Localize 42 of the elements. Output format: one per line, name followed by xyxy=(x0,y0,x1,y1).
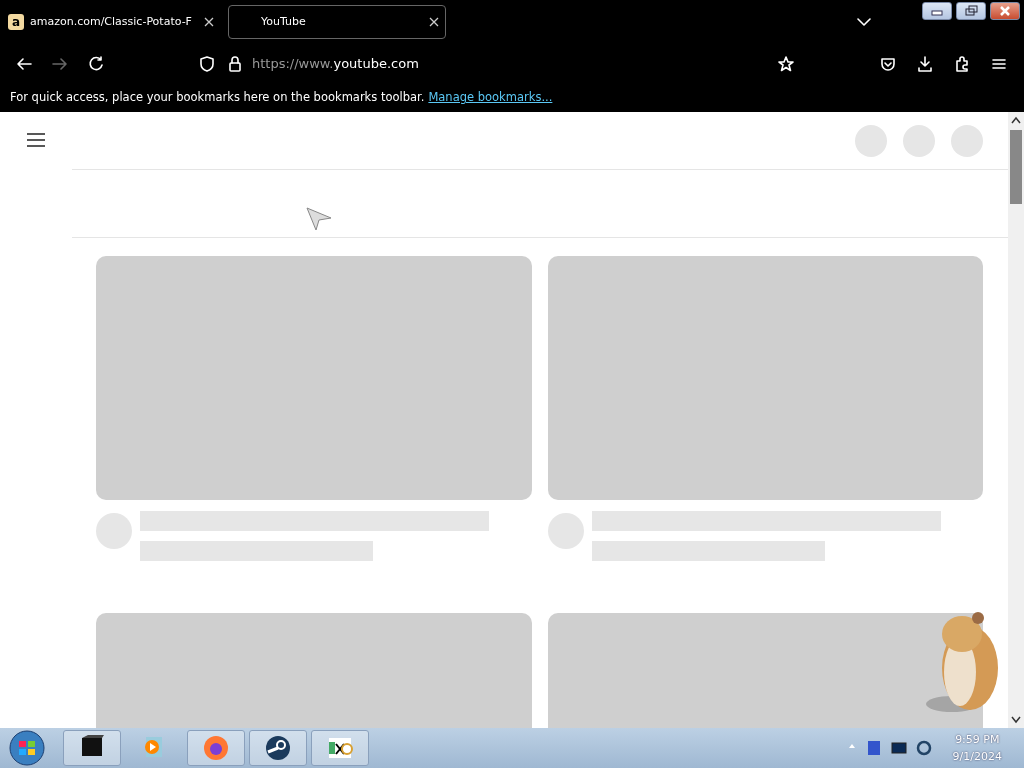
bookmarks-message: For quick access, place your bookmarks here on the bookmarks toolbar. xyxy=(10,89,425,107)
clock-date: 9/1/2024 xyxy=(952,749,1002,765)
avatar-placeholder xyxy=(96,513,132,549)
star-icon[interactable] xyxy=(777,55,795,73)
manage-bookmarks-link[interactable]: Manage bookmarks... xyxy=(428,89,553,107)
scroll-up-icon[interactable] xyxy=(1011,116,1021,124)
placeholder-circle xyxy=(951,125,983,157)
lock-icon[interactable] xyxy=(226,55,244,73)
tab-list-icon[interactable] xyxy=(857,17,871,27)
steam-icon[interactable] xyxy=(264,734,292,762)
scrollbar-thumb[interactable] xyxy=(1010,130,1022,204)
tab-label: YouTube xyxy=(261,13,307,30)
amazon-favicon-icon: a xyxy=(8,14,24,30)
network-icon[interactable] xyxy=(915,740,932,756)
menu-icon[interactable] xyxy=(26,132,46,148)
back-icon[interactable] xyxy=(15,55,33,73)
placeholder-circle xyxy=(855,125,887,157)
restore-button[interactable] xyxy=(956,2,986,20)
minimize-button[interactable] xyxy=(922,2,952,20)
puzzle-icon[interactable] xyxy=(953,55,971,73)
browser-tab[interactable]: a amazon.com/Classic-Potato-F xyxy=(2,5,220,39)
close-icon[interactable] xyxy=(204,17,214,27)
close-icon[interactable] xyxy=(429,17,439,27)
monitor-icon[interactable] xyxy=(890,740,907,756)
mouse-cursor-icon xyxy=(305,206,333,232)
firefox-icon[interactable] xyxy=(202,734,230,762)
forward-icon[interactable] xyxy=(51,55,69,73)
scrollbar[interactable] xyxy=(1008,112,1024,728)
tab-label: amazon.com/Classic-Potato-F xyxy=(30,13,193,30)
avatar-placeholder xyxy=(548,513,584,549)
clock-time: 9:59 PM xyxy=(954,732,1001,748)
start-button[interactable] xyxy=(9,730,45,766)
placeholder-circle xyxy=(903,125,935,157)
reload-icon[interactable] xyxy=(87,55,105,73)
browser-tab[interactable]: YouTube xyxy=(228,5,446,39)
download-icon[interactable] xyxy=(916,55,934,73)
url-text[interactable]: https://www.youtube.com xyxy=(252,54,419,74)
close-button[interactable] xyxy=(990,2,1020,20)
tray-app-icon[interactable] xyxy=(865,740,882,756)
pocket-icon[interactable] xyxy=(879,55,897,73)
scroll-down-icon[interactable] xyxy=(1011,716,1021,724)
shield-icon[interactable] xyxy=(198,55,216,73)
